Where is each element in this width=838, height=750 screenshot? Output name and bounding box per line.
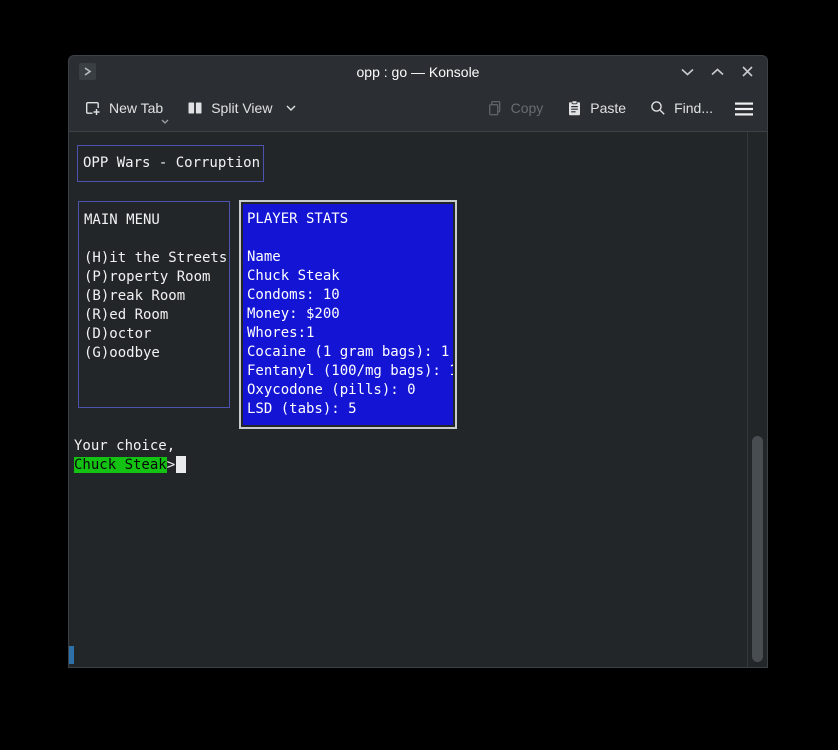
player-stats-title: PLAYER STATS	[247, 210, 453, 229]
chevron-down-icon	[681, 68, 694, 76]
konsole-app-icon[interactable]	[79, 63, 96, 80]
menu-item: (H)it the Streets	[84, 249, 229, 268]
menu-button[interactable]	[733, 96, 755, 122]
close-button[interactable]	[737, 62, 757, 82]
stat-line: Whores:1	[247, 324, 453, 343]
window-controls	[677, 62, 757, 82]
split-view-icon	[187, 100, 203, 116]
player-stats-panel: PLAYER STATS Name Chuck Steak Condoms: 1…	[243, 204, 453, 425]
minimize-button[interactable]	[677, 62, 697, 82]
terminal-chevron-icon	[83, 67, 92, 76]
scrollbar-track[interactable]	[747, 132, 767, 667]
titlebar[interactable]: opp : go — Konsole	[69, 56, 767, 87]
new-tab-label: New Tab	[109, 100, 163, 116]
main-menu-title: MAIN MENU	[84, 211, 229, 230]
terminal-screen[interactable]: OPP Wars - Corruption MAIN MENU (H)it th…	[69, 132, 767, 667]
blank-row	[247, 229, 453, 248]
maximize-button[interactable]	[707, 62, 727, 82]
prompt-area: Your choice, Chuck Steak>	[74, 437, 186, 475]
window-title: opp : go — Konsole	[69, 64, 767, 80]
player-name-highlight: Chuck Steak	[74, 457, 167, 473]
menu-item: (D)octor	[84, 325, 229, 344]
stat-line: Money: $200	[247, 305, 453, 324]
find-label: Find...	[674, 100, 713, 116]
split-view-button[interactable]: Split View	[183, 94, 300, 124]
split-view-chevron-icon	[286, 105, 296, 111]
prompt-suffix: >	[167, 457, 175, 473]
search-icon	[650, 100, 666, 116]
scroll-position-marker	[69, 646, 74, 664]
desktop-background: opp : go — Konsole	[0, 0, 838, 750]
stat-line: Condoms: 10	[247, 286, 453, 305]
paste-label: Paste	[590, 100, 626, 116]
new-tab-icon	[85, 100, 101, 116]
menu-item: (B)reak Room	[84, 287, 229, 306]
copy-label: Copy	[511, 100, 544, 116]
new-tab-button[interactable]: New Tab	[81, 94, 167, 124]
hamburger-icon	[735, 102, 753, 116]
find-button[interactable]: Find...	[646, 94, 717, 124]
menu-item: (R)ed Room	[84, 306, 229, 325]
stat-line: Cocaine (1 gram bags): 1	[247, 343, 453, 362]
copy-button[interactable]: Copy	[483, 94, 548, 124]
player-stats-box: PLAYER STATS Name Chuck Steak Condoms: 1…	[239, 200, 457, 429]
menu-item: (P)roperty Room	[84, 268, 229, 287]
copy-icon	[487, 100, 503, 116]
stat-line: Fentanyl (100/mg bags): 1	[247, 362, 453, 381]
stat-line: Name	[247, 248, 453, 267]
game-title-box: OPP Wars - Corruption	[77, 145, 264, 182]
chevron-up-icon	[711, 68, 724, 76]
stat-line: Oxycodone (pills): 0	[247, 381, 453, 400]
close-icon	[742, 66, 753, 77]
game-title-text: OPP Wars - Corruption	[83, 154, 260, 173]
prompt-input-line: Chuck Steak>	[74, 456, 186, 475]
paste-icon	[567, 100, 582, 116]
scrollbar-thumb[interactable]	[752, 436, 763, 662]
terminal-cursor	[176, 456, 186, 473]
konsole-window: opp : go — Konsole	[68, 55, 768, 668]
split-view-label: Split View	[211, 100, 272, 116]
paste-button[interactable]: Paste	[563, 94, 630, 124]
stat-line: LSD (tabs): 5	[247, 400, 453, 419]
new-tab-caret-icon	[161, 119, 169, 124]
blank-row	[84, 230, 229, 249]
main-menu-box: MAIN MENU (H)it the Streets (P)roperty R…	[78, 201, 230, 408]
toolbar: New Tab Split View	[69, 87, 767, 132]
stat-line: Chuck Steak	[247, 267, 453, 286]
prompt-line: Your choice,	[74, 437, 186, 456]
menu-item: (G)oodbye	[84, 344, 229, 363]
